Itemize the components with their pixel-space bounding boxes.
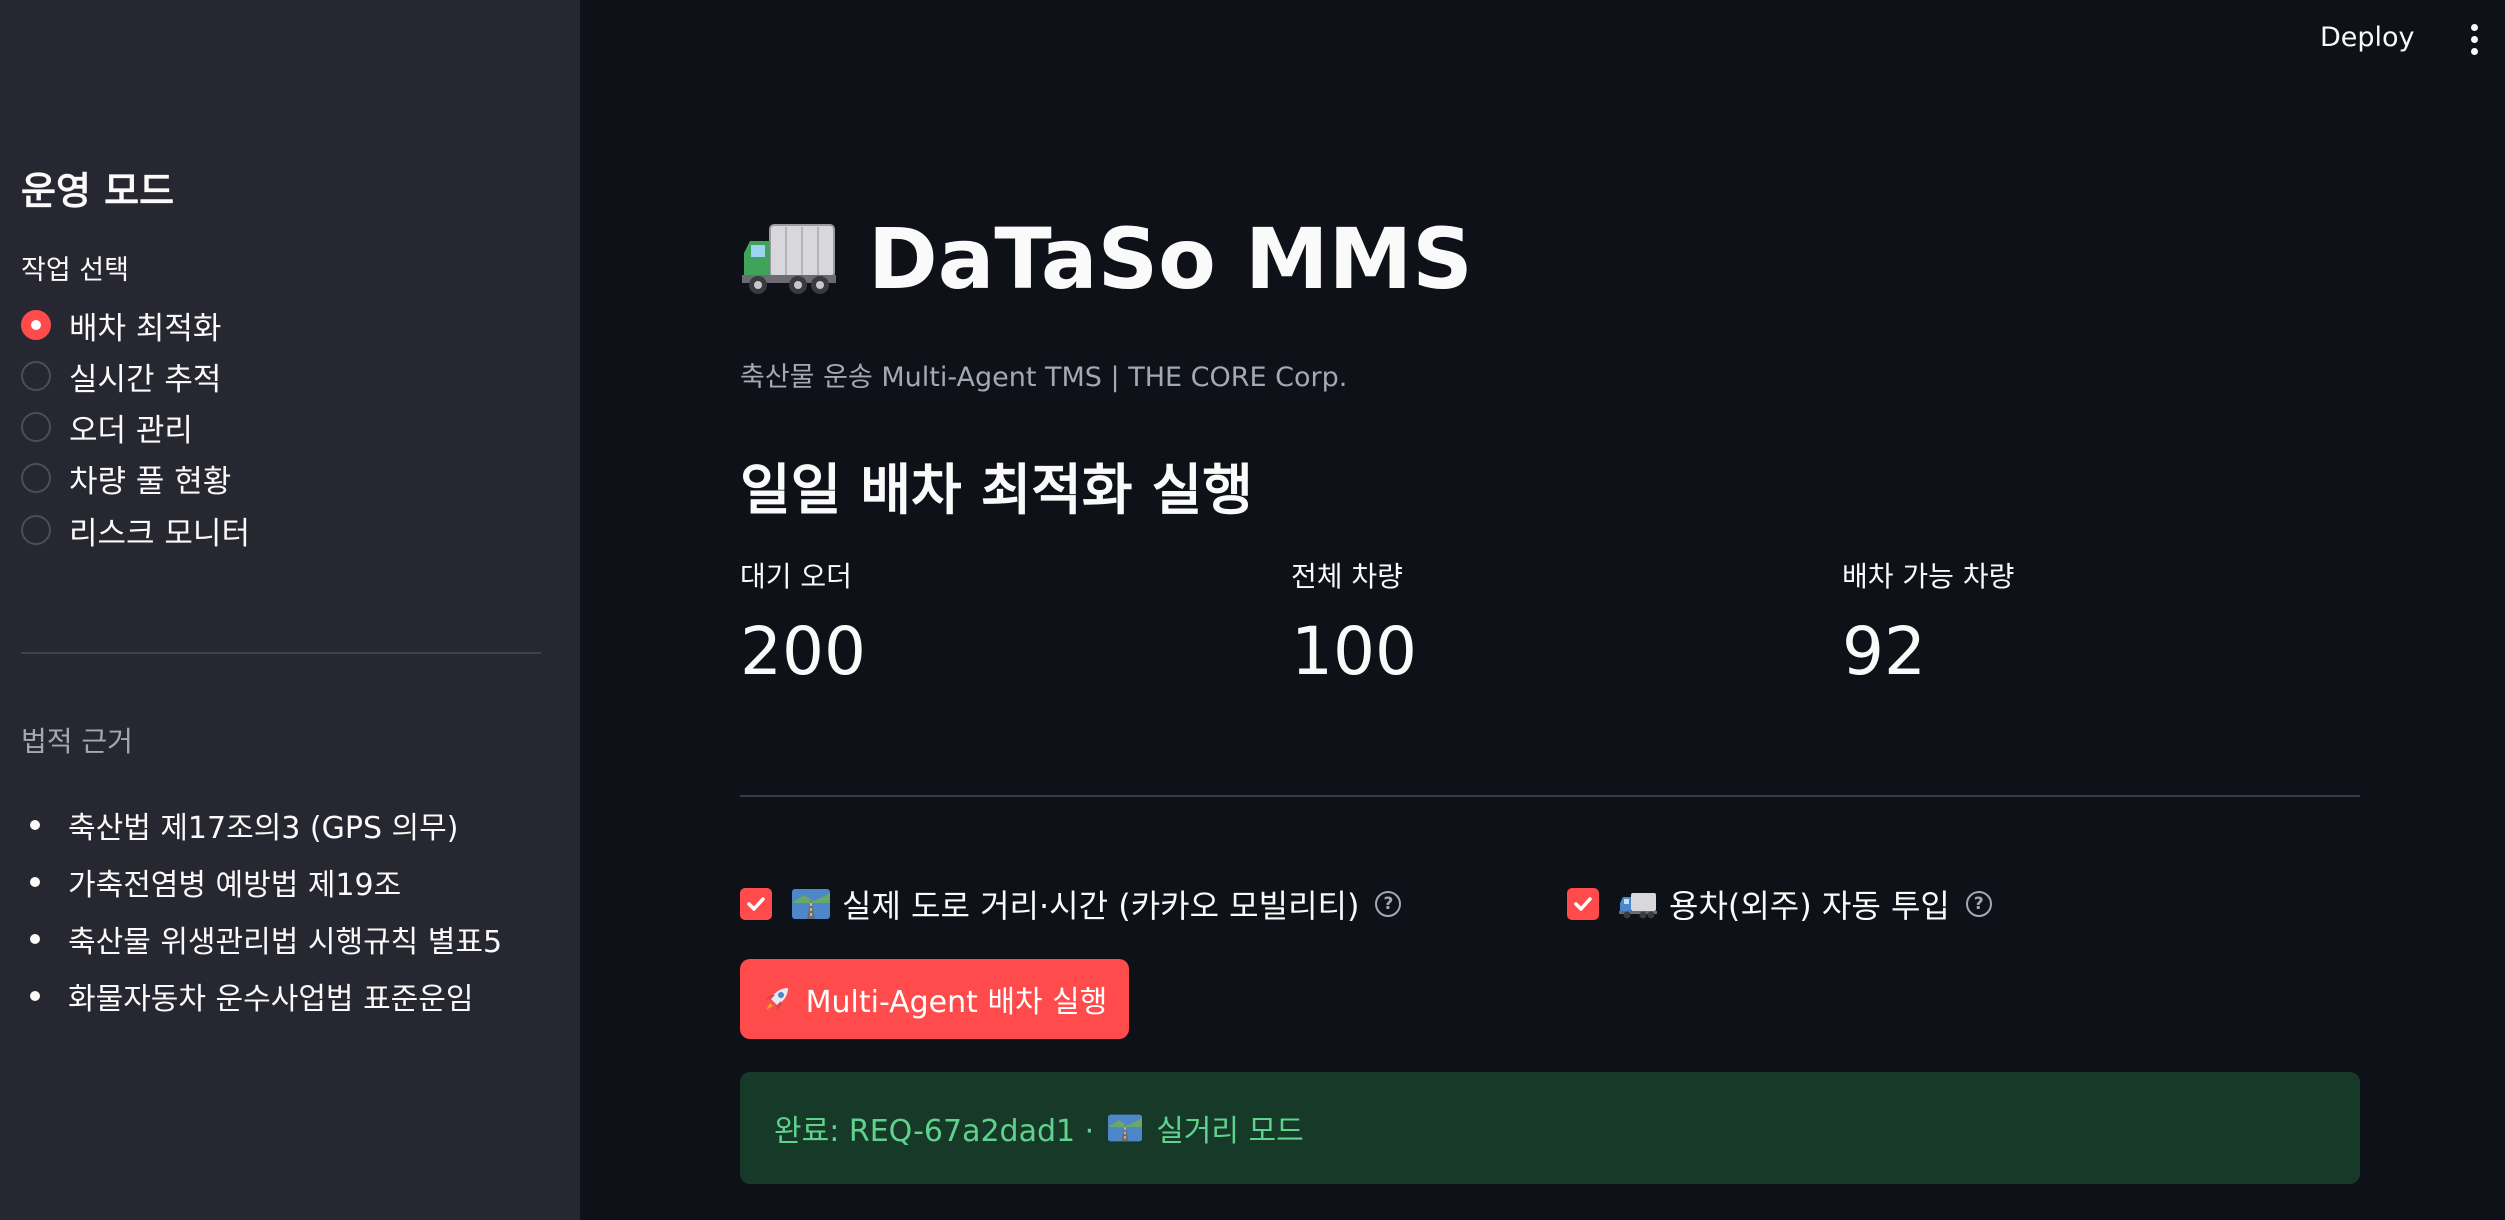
metric-value: 200 bbox=[740, 613, 866, 690]
metric-available-vehicles: 배차 가능 차량 92 bbox=[1842, 555, 2014, 690]
page-subtitle: 축산물 운송 Multi-Agent TMS | THE CORE Corp. bbox=[740, 362, 1348, 393]
success-message-suffix: 실거리 모드 bbox=[1156, 1114, 1304, 1149]
radio-unchecked-icon bbox=[21, 463, 51, 493]
bullet-icon bbox=[30, 991, 40, 1001]
truck-icon bbox=[1619, 893, 1657, 919]
radio-unchecked-icon bbox=[21, 412, 51, 442]
page-header: DaTaSo MMS bbox=[740, 210, 1473, 308]
radio-unchecked-icon bbox=[21, 361, 51, 391]
bullet-icon bbox=[30, 934, 40, 944]
run-button-label: Multi-Agent 배차 실행 bbox=[805, 985, 1108, 1020]
section-heading: 일일 배차 최적화 실행 bbox=[740, 458, 1253, 522]
real-road-distance-checkbox[interactable]: 실제 도로 거리·시간 (카카오 모빌리티) ? bbox=[740, 882, 1402, 926]
page-title: DaTaSo MMS bbox=[868, 210, 1473, 308]
rocket-icon bbox=[765, 988, 788, 1010]
deploy-button[interactable]: Deploy bbox=[2320, 22, 2415, 53]
checkbox-label: 용차(외주) 자동 투입 bbox=[1669, 887, 1950, 925]
metric-value: 92 bbox=[1842, 613, 1926, 690]
sidebar: 운영 모드 작업 선택 배차 최적화 실시간 추적 오더 관리 차량 풀 현황 … bbox=[0, 0, 580, 1220]
sidebar-divider bbox=[21, 652, 541, 654]
radio-option-dispatch-optimization[interactable]: 배차 최적화 bbox=[21, 303, 221, 347]
app-root: 운영 모드 작업 선택 배차 최적화 실시간 추적 오더 관리 차량 풀 현황 … bbox=[0, 0, 2505, 1220]
radio-option-order-management[interactable]: 오더 관리 bbox=[21, 405, 193, 449]
bullet-icon bbox=[30, 820, 40, 830]
metric-label: 배차 가능 차량 bbox=[1842, 560, 2015, 593]
radio-option-risk-monitor[interactable]: 리스크 모니터 bbox=[21, 508, 250, 552]
legal-item-text: 축산법 제17조의3 (GPS 의무) bbox=[68, 811, 459, 846]
main-divider bbox=[740, 795, 2360, 797]
radio-option-label: 실시간 추적 bbox=[69, 361, 222, 398]
legal-item-text: 축산물 위생관리법 시행규칙 별표5 bbox=[68, 925, 503, 960]
checkbox-label: 실제 도로 거리·시간 (카카오 모빌리티) bbox=[842, 887, 1360, 925]
radio-option-label: 리스크 모니터 bbox=[69, 515, 250, 552]
radio-option-label: 배차 최적화 bbox=[69, 310, 222, 347]
road-icon bbox=[792, 889, 830, 919]
more-vertical-icon[interactable] bbox=[2468, 24, 2480, 58]
delivery-truck-icon bbox=[742, 224, 836, 294]
legal-item-text: 가축전염병 예방법 제19조 bbox=[68, 868, 402, 903]
road-icon bbox=[1108, 1114, 1143, 1142]
radio-option-realtime-tracking[interactable]: 실시간 추적 bbox=[21, 354, 221, 398]
legal-list-item: 가축전염병 예방법 제19조 bbox=[30, 860, 401, 904]
metric-label: 대기 오더 bbox=[740, 560, 852, 593]
radio-unchecked-icon bbox=[21, 515, 51, 545]
help-icon[interactable]: ? bbox=[1375, 891, 1402, 917]
radio-option-label: 차량 풀 현황 bbox=[69, 463, 232, 500]
metric-total-vehicles: 전체 차량 100 bbox=[1291, 555, 1417, 690]
success-alert: 완료: REQ-67a2dad1 · 실거리 모드 bbox=[740, 1072, 2360, 1184]
success-message-prefix: 완료: REQ-67a2dad1 · bbox=[774, 1114, 1095, 1149]
task-select-label: 작업 선택 bbox=[21, 255, 129, 286]
metric-label: 전체 차량 bbox=[1291, 560, 1403, 593]
metric-pending-orders: 대기 오더 200 bbox=[740, 555, 866, 690]
radio-checked-icon bbox=[21, 310, 51, 340]
checkbox-checked-icon[interactable] bbox=[740, 888, 772, 920]
help-icon[interactable]: ? bbox=[1965, 891, 1992, 917]
checkbox-checked-icon[interactable] bbox=[1567, 888, 1599, 920]
bullet-icon bbox=[30, 877, 40, 887]
legal-item-text: 화물자동차 운수사업법 표준운임 bbox=[68, 982, 474, 1017]
outsourced-truck-auto-checkbox[interactable]: 용차(외주) 자동 투입 ? bbox=[1567, 882, 1992, 926]
radio-option-label: 오더 관리 bbox=[69, 412, 193, 449]
legal-list-item: 축산법 제17조의3 (GPS 의무) bbox=[30, 803, 458, 847]
legal-basis-title: 법적 근거 bbox=[21, 725, 133, 758]
legal-list-item: 화물자동차 운수사업법 표준운임 bbox=[30, 974, 473, 1018]
legal-list-item: 축산물 위생관리법 시행규칙 별표5 bbox=[30, 917, 502, 961]
radio-option-vehicle-pool[interactable]: 차량 풀 현황 bbox=[21, 456, 231, 500]
run-dispatch-button[interactable]: Multi-Agent 배차 실행 bbox=[740, 959, 1129, 1039]
metric-value: 100 bbox=[1291, 613, 1417, 690]
sidebar-title: 운영 모드 bbox=[21, 169, 175, 213]
